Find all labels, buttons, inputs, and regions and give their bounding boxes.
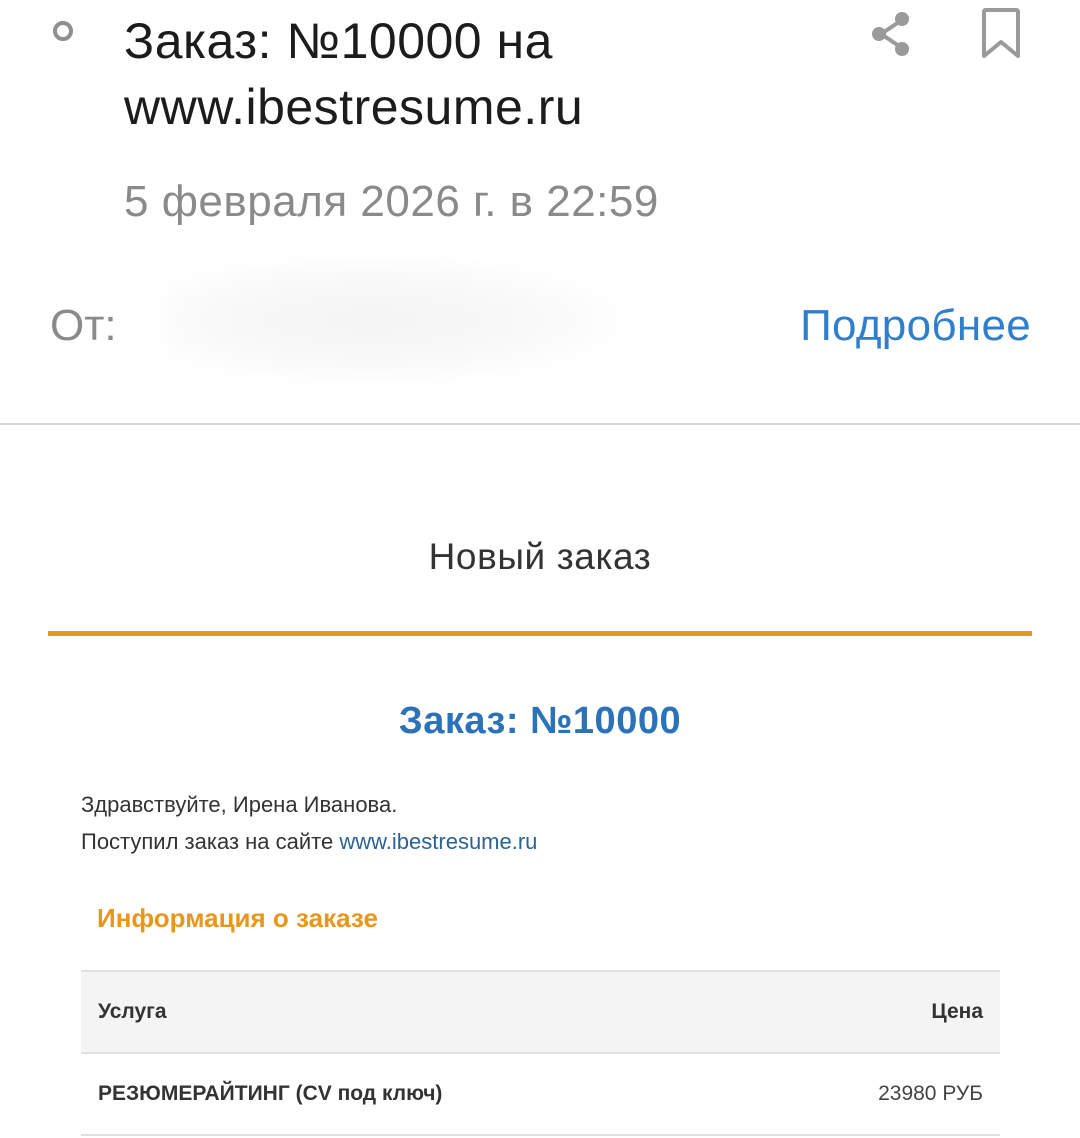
column-header-service: Услуга [98, 1000, 167, 1023]
email-date: 5 февраля 2026 г. в 22:59 [124, 177, 659, 226]
order-title: Заказ: №10000 [398, 700, 682, 742]
accent-divider [48, 631, 1032, 636]
service-cell: РЕЗЮМЕРАЙТИНГ (CV под ключ) [98, 1082, 443, 1105]
order-table: Услуга Цена РЕЗЮМЕРАЙТИНГ (CV под ключ) … [81, 970, 1000, 1136]
table-header-row: Услуга Цена [81, 971, 1000, 1053]
from-label: От: [50, 301, 117, 350]
notice-text: Поступил заказ на сайте www.ibestresume.… [81, 826, 537, 858]
bookmark-icon[interactable] [975, 6, 1027, 62]
site-link[interactable]: www.ibestresume.ru [339, 829, 537, 854]
header-divider [0, 423, 1080, 425]
order-info-heading: Информация о заказе [97, 903, 378, 933]
column-header-price: Цена [931, 1000, 983, 1023]
table-row: РЕЗЮМЕРАЙТИНГ (CV под ключ) 23980 РУБ [81, 1053, 1000, 1135]
email-subject: Заказ: №10000 на www.ibestresume.ru [124, 13, 584, 135]
notice-prefix: Поступил заказ на сайте [81, 829, 340, 854]
share-icon[interactable] [866, 8, 918, 60]
sender-redacted [165, 255, 625, 385]
greeting-text: Здравствуйте, Ирена Иванова. [81, 792, 398, 817]
email-heading: Новый заказ [428, 536, 652, 577]
email-view: Заказ: №10000 на www.ibestresume.ru 5 фе… [0, 0, 1080, 1138]
details-link[interactable]: Подробнее [800, 298, 1031, 354]
unread-dot-icon[interactable] [53, 21, 73, 41]
price-cell: 23980 РУБ [878, 1082, 983, 1105]
